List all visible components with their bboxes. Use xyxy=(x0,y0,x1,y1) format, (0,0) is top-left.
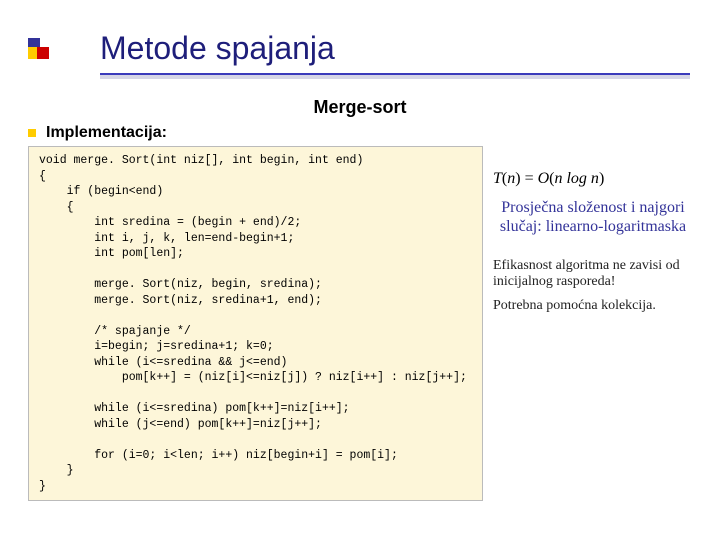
section-heading: Implementacija: xyxy=(0,124,720,142)
content-row: void merge. Sort(int niz[], int begin, i… xyxy=(0,146,720,501)
avg-case-text: Prosječna složenost i najgori slučaj: li… xyxy=(493,198,693,236)
page-title: Metode spajanja xyxy=(100,30,720,67)
section-label: Implementacija: xyxy=(46,124,167,142)
bullet-icon xyxy=(28,129,36,137)
complexity-formula: T(n) = O(n log n) xyxy=(493,170,693,188)
note-auxiliary: Potrebna pomoćna kolekcija. xyxy=(493,298,693,314)
slide-header: Metode spajanja xyxy=(0,0,720,87)
code-block: void merge. Sort(int niz[], int begin, i… xyxy=(28,146,483,501)
title-underline xyxy=(100,73,690,79)
subtitle: Merge-sort xyxy=(0,97,720,118)
sidebar-notes: T(n) = O(n log n) Prosječna složenost i … xyxy=(493,146,693,501)
note-efficiency: Efikasnost algoritma ne zavisi od inicij… xyxy=(493,258,693,290)
square-icon xyxy=(37,47,49,59)
